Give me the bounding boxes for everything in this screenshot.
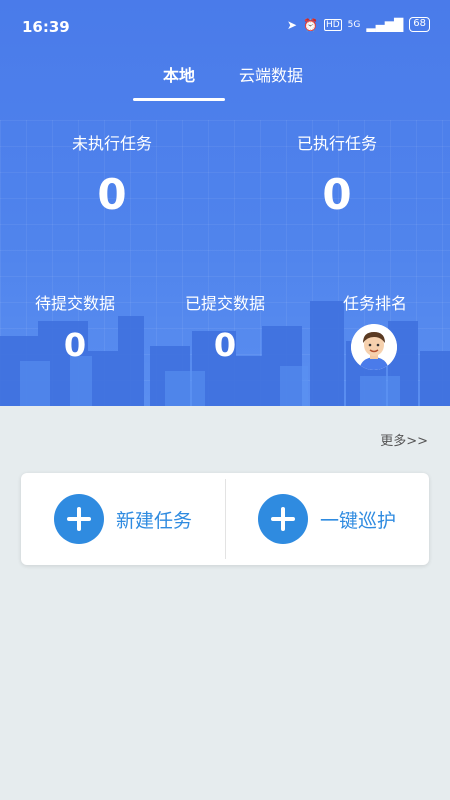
card-divider	[225, 479, 226, 559]
new-task-label: 新建任务	[115, 509, 192, 532]
unexecuted-tasks-value: 0	[97, 170, 127, 219]
plus-icon	[53, 494, 104, 544]
alarm-icon: ⏰	[302, 17, 318, 32]
plus-icon	[257, 494, 308, 544]
tab-bar: 本地 云端数据	[0, 60, 450, 104]
one-click-patrol-label: 一键巡护	[319, 509, 396, 532]
pending-data-label: 待提交数据	[34, 294, 115, 313]
tab-cloud-data[interactable]: 云端数据	[239, 62, 303, 86]
more-link[interactable]: 更多>>	[380, 430, 428, 449]
active-tab-indicator	[133, 98, 225, 101]
location-icon: ➤	[286, 17, 297, 32]
executed-tasks-label: 已执行任务	[296, 134, 377, 153]
one-click-patrol-button[interactable]: 一键巡护	[225, 473, 429, 565]
unexecuted-tasks-label: 未执行任务	[71, 134, 152, 153]
submitted-data-value: 0	[213, 326, 237, 364]
ranking-avatar[interactable]	[351, 324, 397, 370]
action-card: 新建任务 一键巡护	[21, 473, 429, 565]
status-time: 16:39	[22, 18, 70, 36]
battery-icon: 68	[409, 17, 430, 32]
tab-local[interactable]: 本地	[163, 62, 195, 86]
signal-icon: ▂▄▆█	[366, 17, 404, 32]
status-bar: 16:39 ➤ ⏰ HD 5G ▂▄▆█ 68	[0, 0, 450, 54]
task-ranking-label: 任务排名	[342, 294, 407, 313]
hd-icon: HD	[323, 18, 342, 31]
submitted-data-label: 已提交数据	[184, 294, 265, 313]
network-label: 5G	[347, 19, 361, 30]
status-icons: ➤ ⏰ HD 5G ▂▄▆█ 68	[287, 17, 430, 32]
new-task-button[interactable]: 新建任务	[21, 473, 225, 565]
avatar-icon	[351, 324, 397, 370]
pending-data-value: 0	[63, 326, 87, 364]
executed-tasks-value: 0	[322, 170, 352, 219]
